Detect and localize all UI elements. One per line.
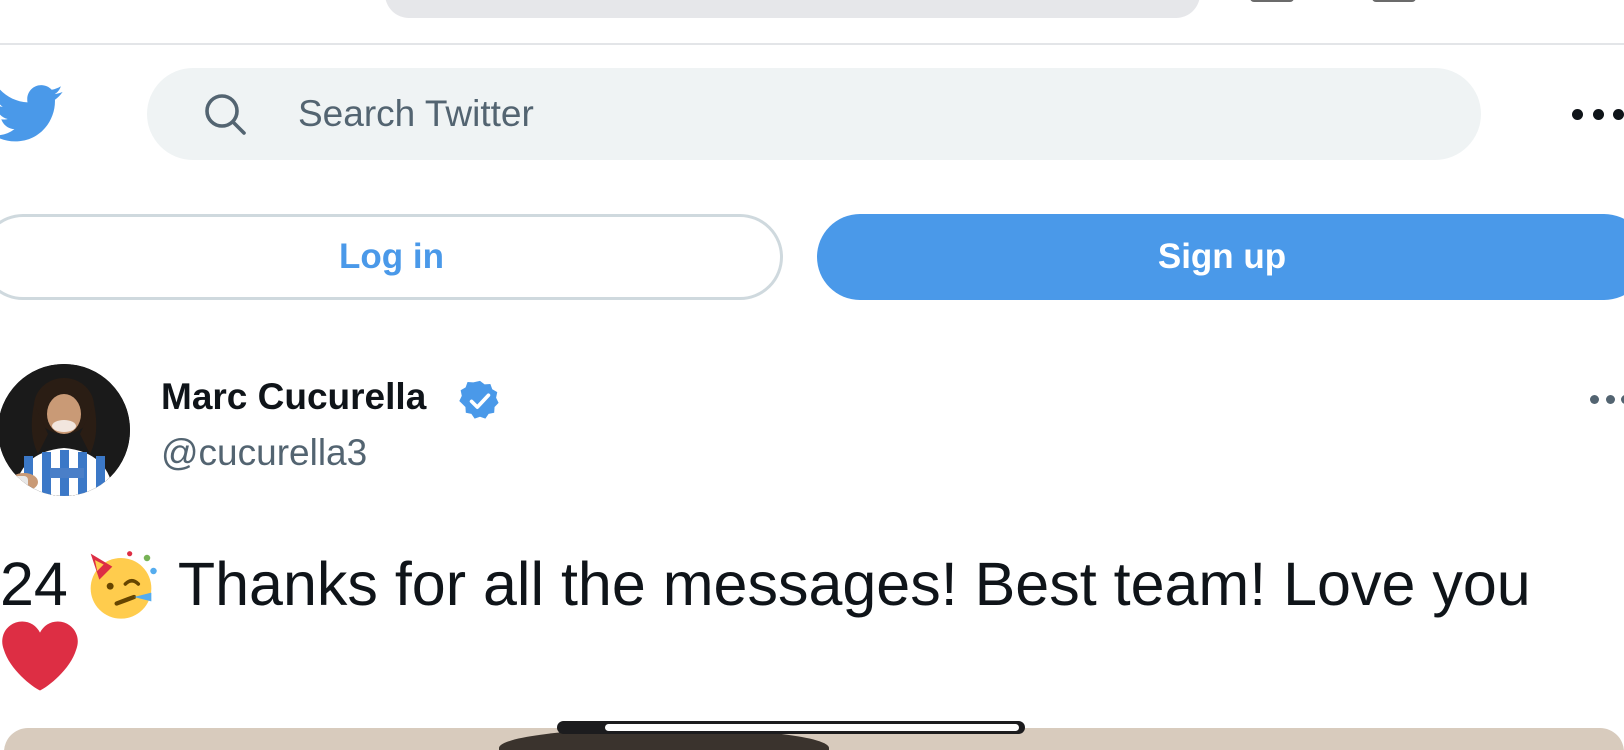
signup-button[interactable]: Sign up [817,214,1624,300]
author-name[interactable]: Marc Cucurella [161,376,426,418]
more-dot [1592,108,1604,120]
tweet-text-prefix: 24 [0,549,68,618]
avatar-image [0,364,130,496]
search-input[interactable] [298,86,1418,142]
search-icon [205,94,246,135]
twitter-bird-icon[interactable] [0,84,64,144]
home-indicator[interactable] [557,721,1025,734]
login-button[interactable]: Log in [0,214,783,300]
tweet-text: 24 Thanks for all the messages! Best tea… [0,540,1600,623]
red-heart-emoji-icon [2,621,78,691]
more-dot [1613,108,1624,120]
twitter-mobile-page: Log in Sign up Marc Cucurella [0,0,1624,750]
verified-badge-icon [459,380,499,419]
more-dot [1572,108,1583,120]
browser-address-bar[interactable] [385,0,1200,18]
browser-tab-icon[interactable] [1250,0,1294,2]
browser-tabs-icon[interactable] [1372,0,1416,2]
more-dot [1590,394,1599,404]
search-bar[interactable] [147,68,1481,160]
more-dot [1605,394,1615,404]
partying-face-emoji-icon [90,550,157,619]
tweet-more-button[interactable] [1590,392,1624,406]
tweet-text-main: Thanks for all the messages! Best team! … [177,549,1531,618]
more-menu-button[interactable] [1572,92,1624,136]
author-handle[interactable]: @cucurella3 [161,432,367,474]
avatar[interactable] [0,364,130,496]
browser-divider [0,43,1624,45]
